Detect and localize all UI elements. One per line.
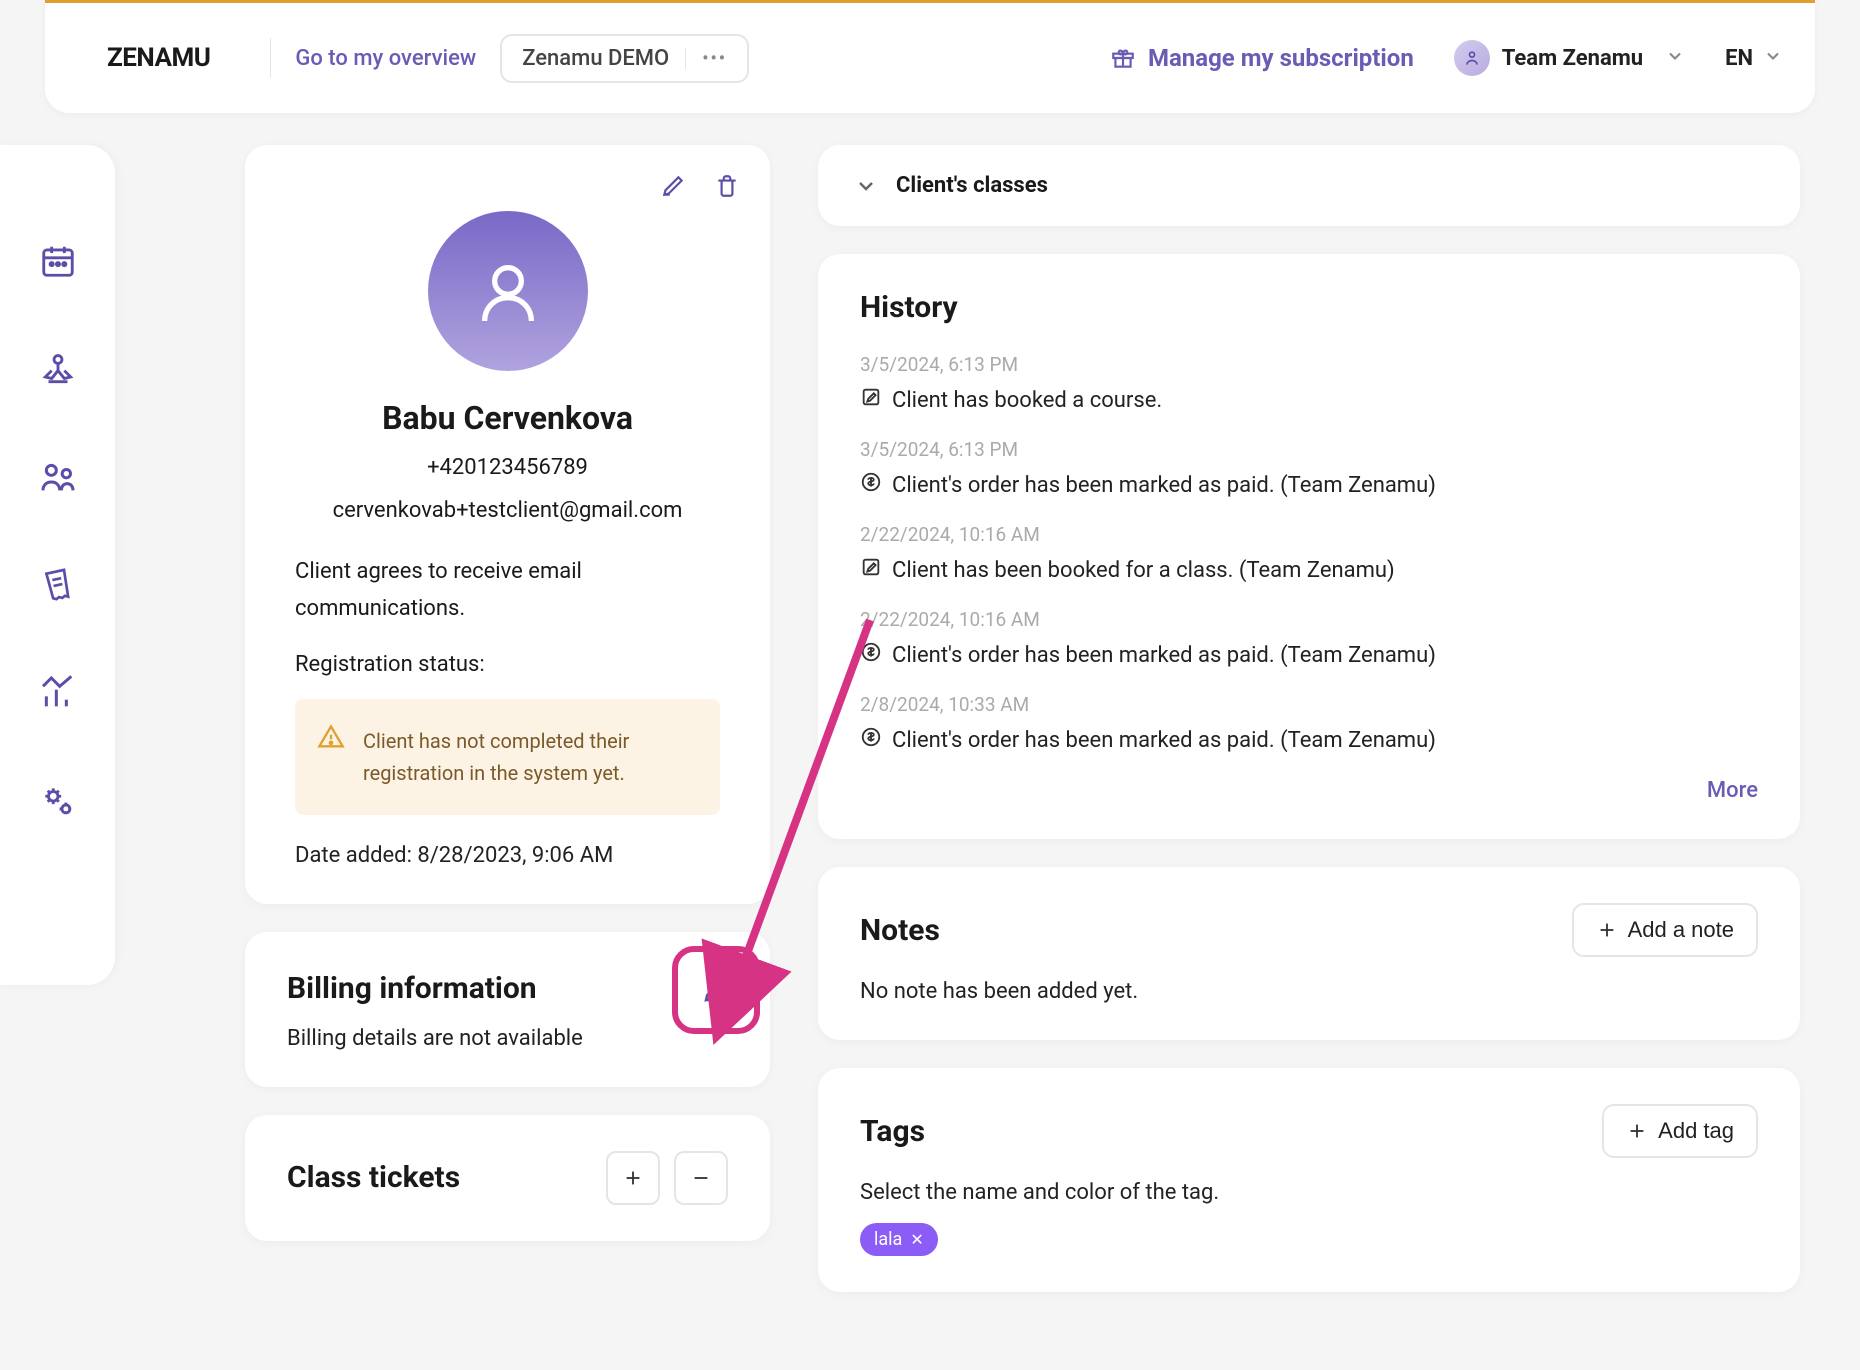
history-time: 2/8/2024, 10:33 AM: [860, 693, 1758, 716]
meditation-icon[interactable]: [38, 349, 78, 389]
history-more-link[interactable]: More: [860, 778, 1758, 803]
client-classes-title: Client's classes: [896, 173, 1048, 198]
demo-label: Zenamu DEMO: [522, 46, 669, 71]
history-time: 3/5/2024, 6:13 PM: [860, 353, 1758, 376]
dollar-icon: [860, 641, 882, 669]
history-text: Client's order has been marked as paid. …: [860, 471, 1758, 499]
class-tickets-card: Class tickets: [245, 1115, 770, 1241]
add-note-label: Add a note: [1628, 917, 1734, 943]
history-list: 3/5/2024, 6:13 PM Client has booked a cou…: [860, 353, 1758, 754]
history-item: 3/5/2024, 6:13 PM Client's order has been…: [860, 438, 1758, 499]
edit-client-button[interactable]: [660, 173, 686, 203]
add-note-button[interactable]: Add a note: [1572, 903, 1758, 957]
plus-icon: [1626, 1120, 1648, 1142]
receipt-icon[interactable]: [38, 565, 78, 605]
history-time: 3/5/2024, 6:13 PM: [860, 438, 1758, 461]
client-email: cervenkovab+testclient@gmail.com: [287, 498, 728, 523]
client-phone: +420123456789: [287, 455, 728, 480]
add-tag-button[interactable]: Add tag: [1602, 1104, 1758, 1158]
class-tickets-title: Class tickets: [287, 1160, 460, 1195]
minus-icon: [690, 1167, 712, 1189]
edit-icon: [860, 556, 882, 584]
plus-icon: [622, 1167, 644, 1189]
dollar-icon: [860, 471, 882, 499]
client-classes-card[interactable]: Client's classes: [818, 145, 1800, 226]
subscription-label: Manage my subscription: [1148, 44, 1414, 72]
overview-link[interactable]: Go to my overview: [295, 46, 476, 71]
calendar-icon[interactable]: [38, 241, 78, 281]
divider: [270, 38, 271, 78]
add-tag-label: Add tag: [1658, 1118, 1734, 1144]
tag-label: lala: [874, 1229, 902, 1250]
history-text: Client has been booked for a class. (Tea…: [860, 556, 1758, 584]
date-added: Date added: 8/28/2023, 9:06 AM: [295, 843, 720, 868]
history-text: Client's order has been marked as paid. …: [860, 726, 1758, 754]
history-item: 2/22/2024, 10:16 AM Client has been booke…: [860, 523, 1758, 584]
pencil-icon: [660, 173, 686, 199]
dollar-icon: [860, 726, 882, 754]
pencil-icon: [701, 975, 731, 1005]
remove-tag-icon[interactable]: ✕: [910, 1230, 923, 1249]
sidebar: [0, 145, 115, 985]
remove-ticket-button[interactable]: [674, 1151, 728, 1205]
delete-client-button[interactable]: [714, 173, 740, 203]
notes-card: Notes Add a note No note has been added …: [818, 867, 1800, 1040]
notes-title: Notes: [860, 913, 940, 948]
history-item: 2/8/2024, 10:33 AM Client's order has bee…: [860, 693, 1758, 754]
history-time: 2/22/2024, 10:16 AM: [860, 608, 1758, 631]
logo-text: ZENAMU: [107, 43, 210, 73]
manage-subscription-link[interactable]: Manage my subscription: [1110, 44, 1414, 72]
history-text: Client's order has been marked as paid. …: [860, 641, 1758, 669]
client-name: Babu Cervenkova: [287, 399, 728, 437]
billing-card: Billing information Billing details are …: [245, 932, 770, 1087]
history-item: 2/22/2024, 10:16 AM Client's order has be…: [860, 608, 1758, 669]
analytics-icon[interactable]: [38, 673, 78, 713]
billing-title: Billing information: [287, 968, 728, 1010]
language-label: EN: [1725, 46, 1753, 71]
settings-icon[interactable]: [38, 781, 78, 821]
client-card: Babu Cervenkova +420123456789 cervenkova…: [245, 145, 770, 904]
history-text: Client has booked a course.: [860, 386, 1758, 414]
billing-empty-text: Billing details are not available: [287, 1026, 728, 1051]
history-title: History: [860, 290, 1758, 325]
content-area: Babu Cervenkova +420123456789 cervenkova…: [245, 145, 1800, 1292]
client-avatar: [428, 211, 588, 371]
add-ticket-button[interactable]: [606, 1151, 660, 1205]
trash-icon: [714, 173, 740, 199]
chevron-down-icon: [854, 174, 878, 198]
demo-button[interactable]: Zenamu DEMO •••: [500, 34, 749, 83]
tags-card: Tags Add tag Select the name and color o…: [818, 1068, 1800, 1292]
team-avatar-icon: [1454, 40, 1490, 76]
warning-icon: [317, 723, 345, 751]
client-consent-text: Client agrees to receive email communica…: [295, 553, 720, 628]
language-switcher[interactable]: EN: [1725, 46, 1783, 71]
history-time: 2/22/2024, 10:16 AM: [860, 523, 1758, 546]
notes-empty-text: No note has been added yet.: [860, 979, 1758, 1004]
tag-pill[interactable]: lala ✕: [860, 1223, 938, 1256]
person-icon: [468, 251, 548, 331]
logo[interactable]: ZENAMU: [77, 37, 210, 79]
registration-status-label: Registration status:: [295, 652, 720, 677]
team-switcher[interactable]: Team Zenamu: [1454, 40, 1685, 76]
gift-icon: [1110, 45, 1136, 71]
team-label: Team Zenamu: [1502, 46, 1643, 71]
warning-text: Client has not completed their registrat…: [363, 729, 629, 785]
chevron-down-icon: [1665, 46, 1685, 71]
history-card: History 3/5/2024, 6:13 PM Client has book…: [818, 254, 1800, 839]
topbar: ZENAMU Go to my overview Zenamu DEMO •••…: [45, 0, 1815, 113]
history-item: 3/5/2024, 6:13 PM Client has booked a cou…: [860, 353, 1758, 414]
plus-icon: [1596, 919, 1618, 941]
registration-warning: Client has not completed their registrat…: [295, 699, 720, 815]
tags-title: Tags: [860, 1114, 925, 1149]
people-icon[interactable]: [38, 457, 78, 497]
edit-icon: [860, 386, 882, 414]
tags-hint: Select the name and color of the tag.: [860, 1180, 1758, 1205]
edit-billing-button[interactable]: [672, 946, 760, 1034]
chevron-down-icon: [1763, 46, 1783, 71]
more-icon[interactable]: •••: [685, 48, 727, 69]
